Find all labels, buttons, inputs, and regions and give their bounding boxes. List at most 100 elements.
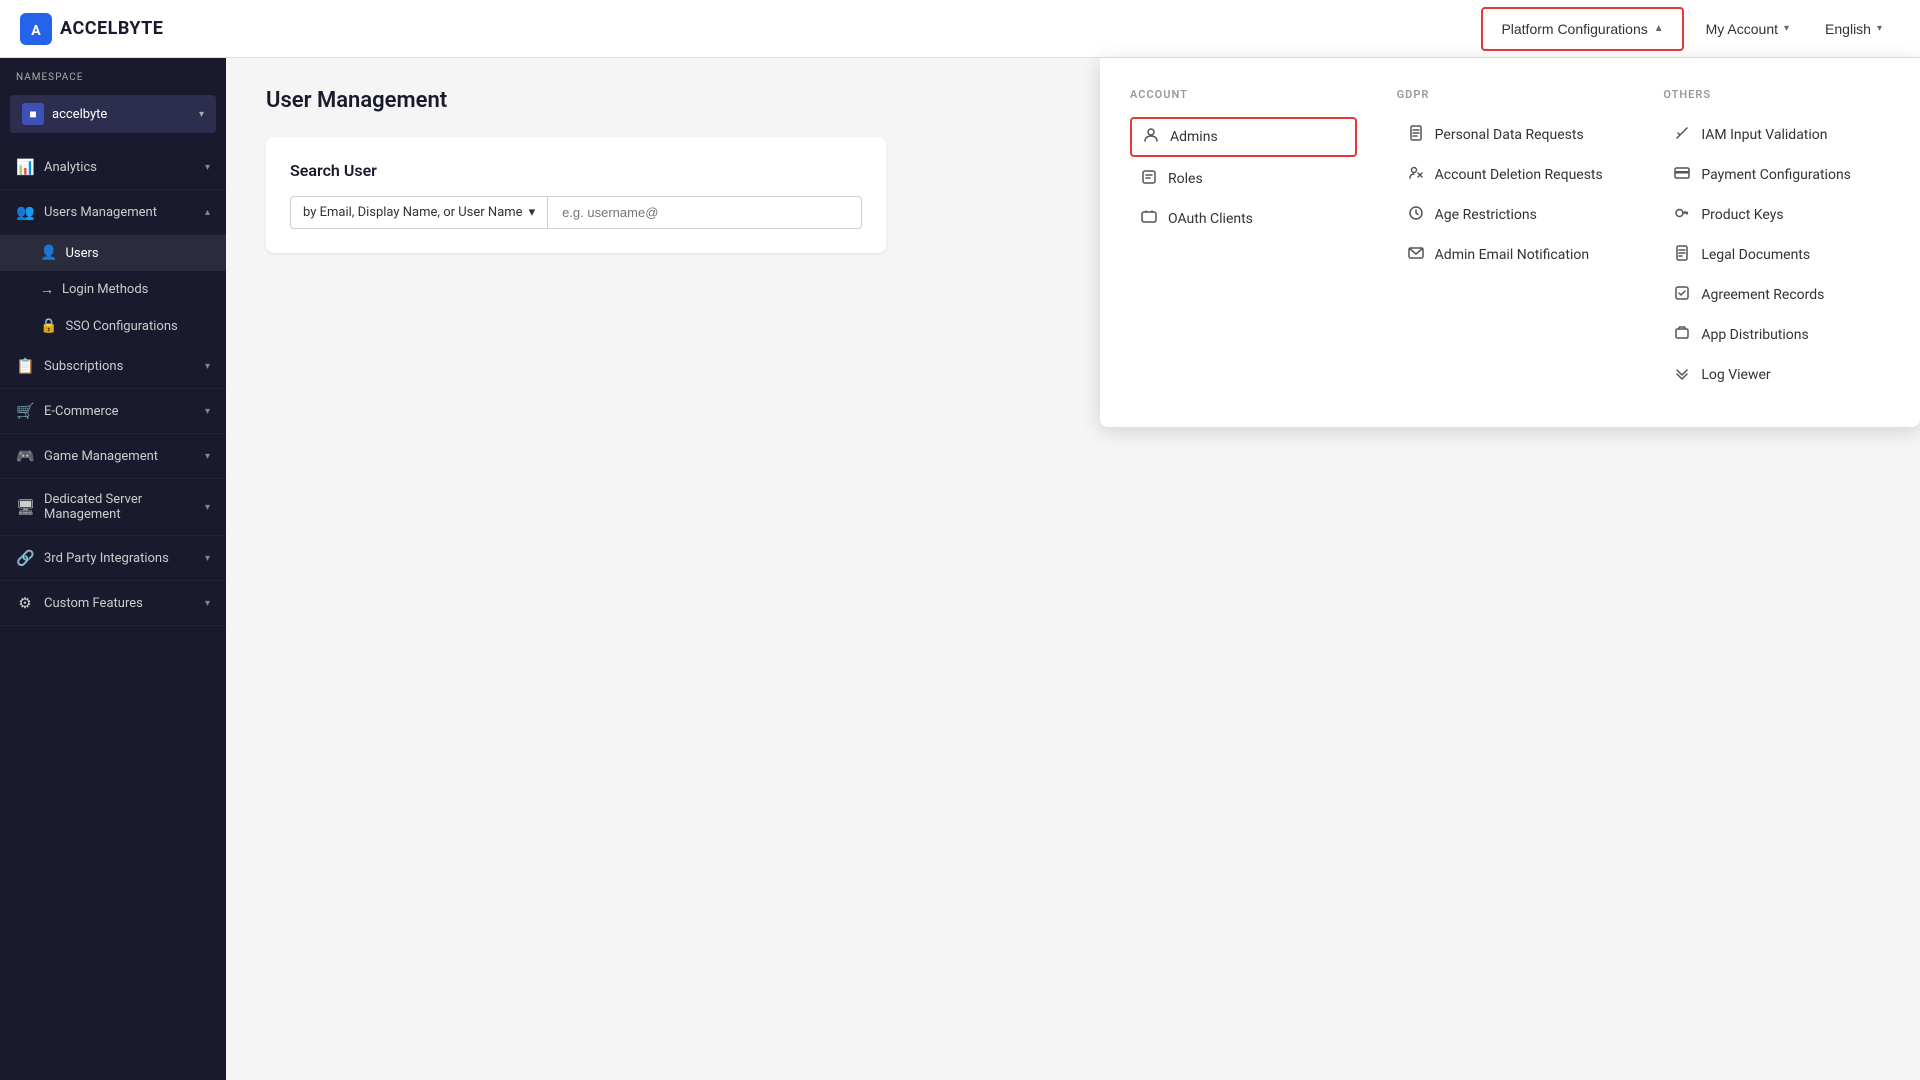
platform-configurations-button[interactable]: Platform Configurations ▲ [1481,7,1683,51]
age-restrictions-icon [1407,205,1425,225]
dropdown-item-age-restrictions[interactable]: Age Restrictions [1397,197,1624,233]
app-distributions-label: App Distributions [1701,327,1808,343]
sidebar-item-game-management[interactable]: 🎮 Game Management ▾ [0,434,226,479]
topnav: A ACCELBYTE Platform Configurations ▲ My… [0,0,1920,58]
age-restrictions-label: Age Restrictions [1435,207,1537,223]
third-party-icon: 🔗 [16,549,34,567]
search-section-title: Search User [290,161,862,180]
iam-validation-icon [1673,125,1691,145]
sidebar-item-third-party[interactable]: 🔗 3rd Party Integrations ▾ [0,536,226,581]
iam-validation-label: IAM Input Validation [1701,127,1827,143]
sidebar-ecommerce-section: 🛒 E-Commerce ▾ [0,389,226,434]
admin-email-icon [1407,245,1425,265]
dropdown-item-app-distributions[interactable]: App Distributions [1663,317,1890,353]
dropdown-item-product-keys[interactable]: Product Keys [1663,197,1890,233]
dropdown-item-admin-email[interactable]: Admin Email Notification [1397,237,1624,273]
agreement-records-icon [1673,285,1691,305]
logo: A ACCELBYTE [20,13,1477,45]
namespace-label: NAMESPACE [0,58,226,91]
account-header: ACCOUNT [1130,88,1357,101]
users-icon: 👤 [40,245,57,261]
dropdown-item-oauth-clients[interactable]: OAuth Clients [1130,201,1357,237]
sidebar-item-ecommerce[interactable]: 🛒 E-Commerce ▾ [0,389,226,434]
sidebar-item-users[interactable]: 👤 Users [0,235,226,271]
sidebar-users-section: 👥 Users Management ▴ 👤 Users → Login Met… [0,190,226,344]
namespace-name: accelbyte [52,107,191,122]
users-management-icon: 👥 [16,203,34,221]
dropdown-item-payment-configurations[interactable]: Payment Configurations [1663,157,1890,193]
custom-features-icon: ⚙ [16,594,34,612]
dropdown-item-agreement-records[interactable]: Agreement Records [1663,277,1890,313]
my-account-chevron: ▾ [1784,23,1789,34]
sidebar-game-section: 🎮 Game Management ▾ [0,434,226,479]
sidebar-dedicated-section: 🖥 Dedicated Server Management ▾ [0,479,226,536]
dropdown-item-admins[interactable]: Admins [1130,117,1357,157]
dedicated-server-icon: 🖥 [16,498,34,516]
personal-data-icon [1407,125,1425,145]
sidebar-item-subscriptions[interactable]: 📋 Subscriptions ▾ [0,344,226,389]
platform-configurations-chevron: ▲ [1654,23,1664,34]
dropdown-item-log-viewer[interactable]: Log Viewer [1663,357,1890,393]
legal-documents-label: Legal Documents [1701,247,1810,263]
search-select-label: by Email, Display Name, or User Name [303,205,523,220]
namespace-chevron: ▾ [199,109,204,120]
oauth-icon [1140,209,1158,229]
dropdown-item-iam-validation[interactable]: IAM Input Validation [1663,117,1890,153]
ecommerce-icon: 🛒 [16,402,34,420]
custom-features-chevron: ▾ [205,598,210,609]
third-party-chevron: ▾ [205,553,210,564]
product-keys-label: Product Keys [1701,207,1783,223]
dropdown-item-legal-documents[interactable]: Legal Documents [1663,237,1890,273]
log-viewer-label: Log Viewer [1701,367,1770,383]
search-row: by Email, Display Name, or User Name ▾ [290,196,862,229]
language-chevron: ▾ [1877,23,1882,34]
sidebar-item-login-methods[interactable]: → Login Methods [0,271,226,308]
product-keys-icon [1673,205,1691,225]
dropdown-item-personal-data[interactable]: Personal Data Requests [1397,117,1624,153]
gdpr-header: GDPR [1397,88,1624,101]
search-panel: Search User by Email, Display Name, or U… [266,137,886,253]
ecommerce-chevron: ▾ [205,406,210,417]
search-filter-select[interactable]: by Email, Display Name, or User Name ▾ [290,196,547,229]
log-viewer-icon [1673,365,1691,385]
agreement-records-label: Agreement Records [1701,287,1824,303]
search-input[interactable] [547,196,862,229]
subscriptions-icon: 📋 [16,357,34,375]
sidebar-analytics-section: 📊 Analytics ▾ [0,145,226,190]
sso-icon: 🔒 [40,318,57,334]
account-deletion-icon [1407,165,1425,185]
subscriptions-chevron: ▾ [205,361,210,372]
payment-configurations-icon [1673,165,1691,185]
legal-documents-icon [1673,245,1691,265]
sidebar-item-sso-configurations[interactable]: 🔒 SSO Configurations [0,308,226,344]
namespace-selector[interactable]: ■ accelbyte ▾ [10,95,216,133]
sidebar-item-users-management[interactable]: 👥 Users Management ▴ [0,190,226,235]
svg-text:A: A [31,23,41,39]
sidebar: NAMESPACE ■ accelbyte ▾ 📊 Analytics ▾ 👥 … [0,58,226,1080]
analytics-chevron: ▾ [205,162,210,173]
dropdown-item-roles[interactable]: Roles [1130,161,1357,197]
personal-data-label: Personal Data Requests [1435,127,1584,143]
dropdown-item-account-deletion[interactable]: Account Deletion Requests [1397,157,1624,193]
sidebar-subscriptions-section: 📋 Subscriptions ▾ [0,344,226,389]
admin-email-label: Admin Email Notification [1435,247,1589,263]
sidebar-item-dedicated-server[interactable]: 🖥 Dedicated Server Management ▾ [0,479,226,536]
app-distributions-icon [1673,325,1691,345]
sidebar-item-custom-features[interactable]: ⚙ Custom Features ▾ [0,581,226,626]
others-header: OTHERS [1663,88,1890,101]
platform-configurations-dropdown: ACCOUNT Admins Roles OAuth Clients GDPR [1100,58,1920,427]
sidebar-custom-features-section: ⚙ Custom Features ▾ [0,581,226,626]
dropdown-others-col: OTHERS IAM Input Validation Payment Conf… [1663,88,1890,397]
search-select-chevron: ▾ [529,205,536,220]
topnav-right: Platform Configurations ▲ My Account ▾ E… [1477,0,1900,58]
admins-icon [1142,127,1160,147]
oauth-clients-label: OAuth Clients [1168,211,1253,227]
my-account-button[interactable]: My Account ▾ [1688,0,1807,58]
dedicated-server-chevron: ▾ [205,502,210,513]
sidebar-third-party-section: 🔗 3rd Party Integrations ▾ [0,536,226,581]
sidebar-item-analytics[interactable]: 📊 Analytics ▾ [0,145,226,190]
language-button[interactable]: English ▾ [1807,0,1900,58]
admins-label: Admins [1170,129,1218,145]
payment-configurations-label: Payment Configurations [1701,167,1851,183]
game-management-chevron: ▾ [205,451,210,462]
